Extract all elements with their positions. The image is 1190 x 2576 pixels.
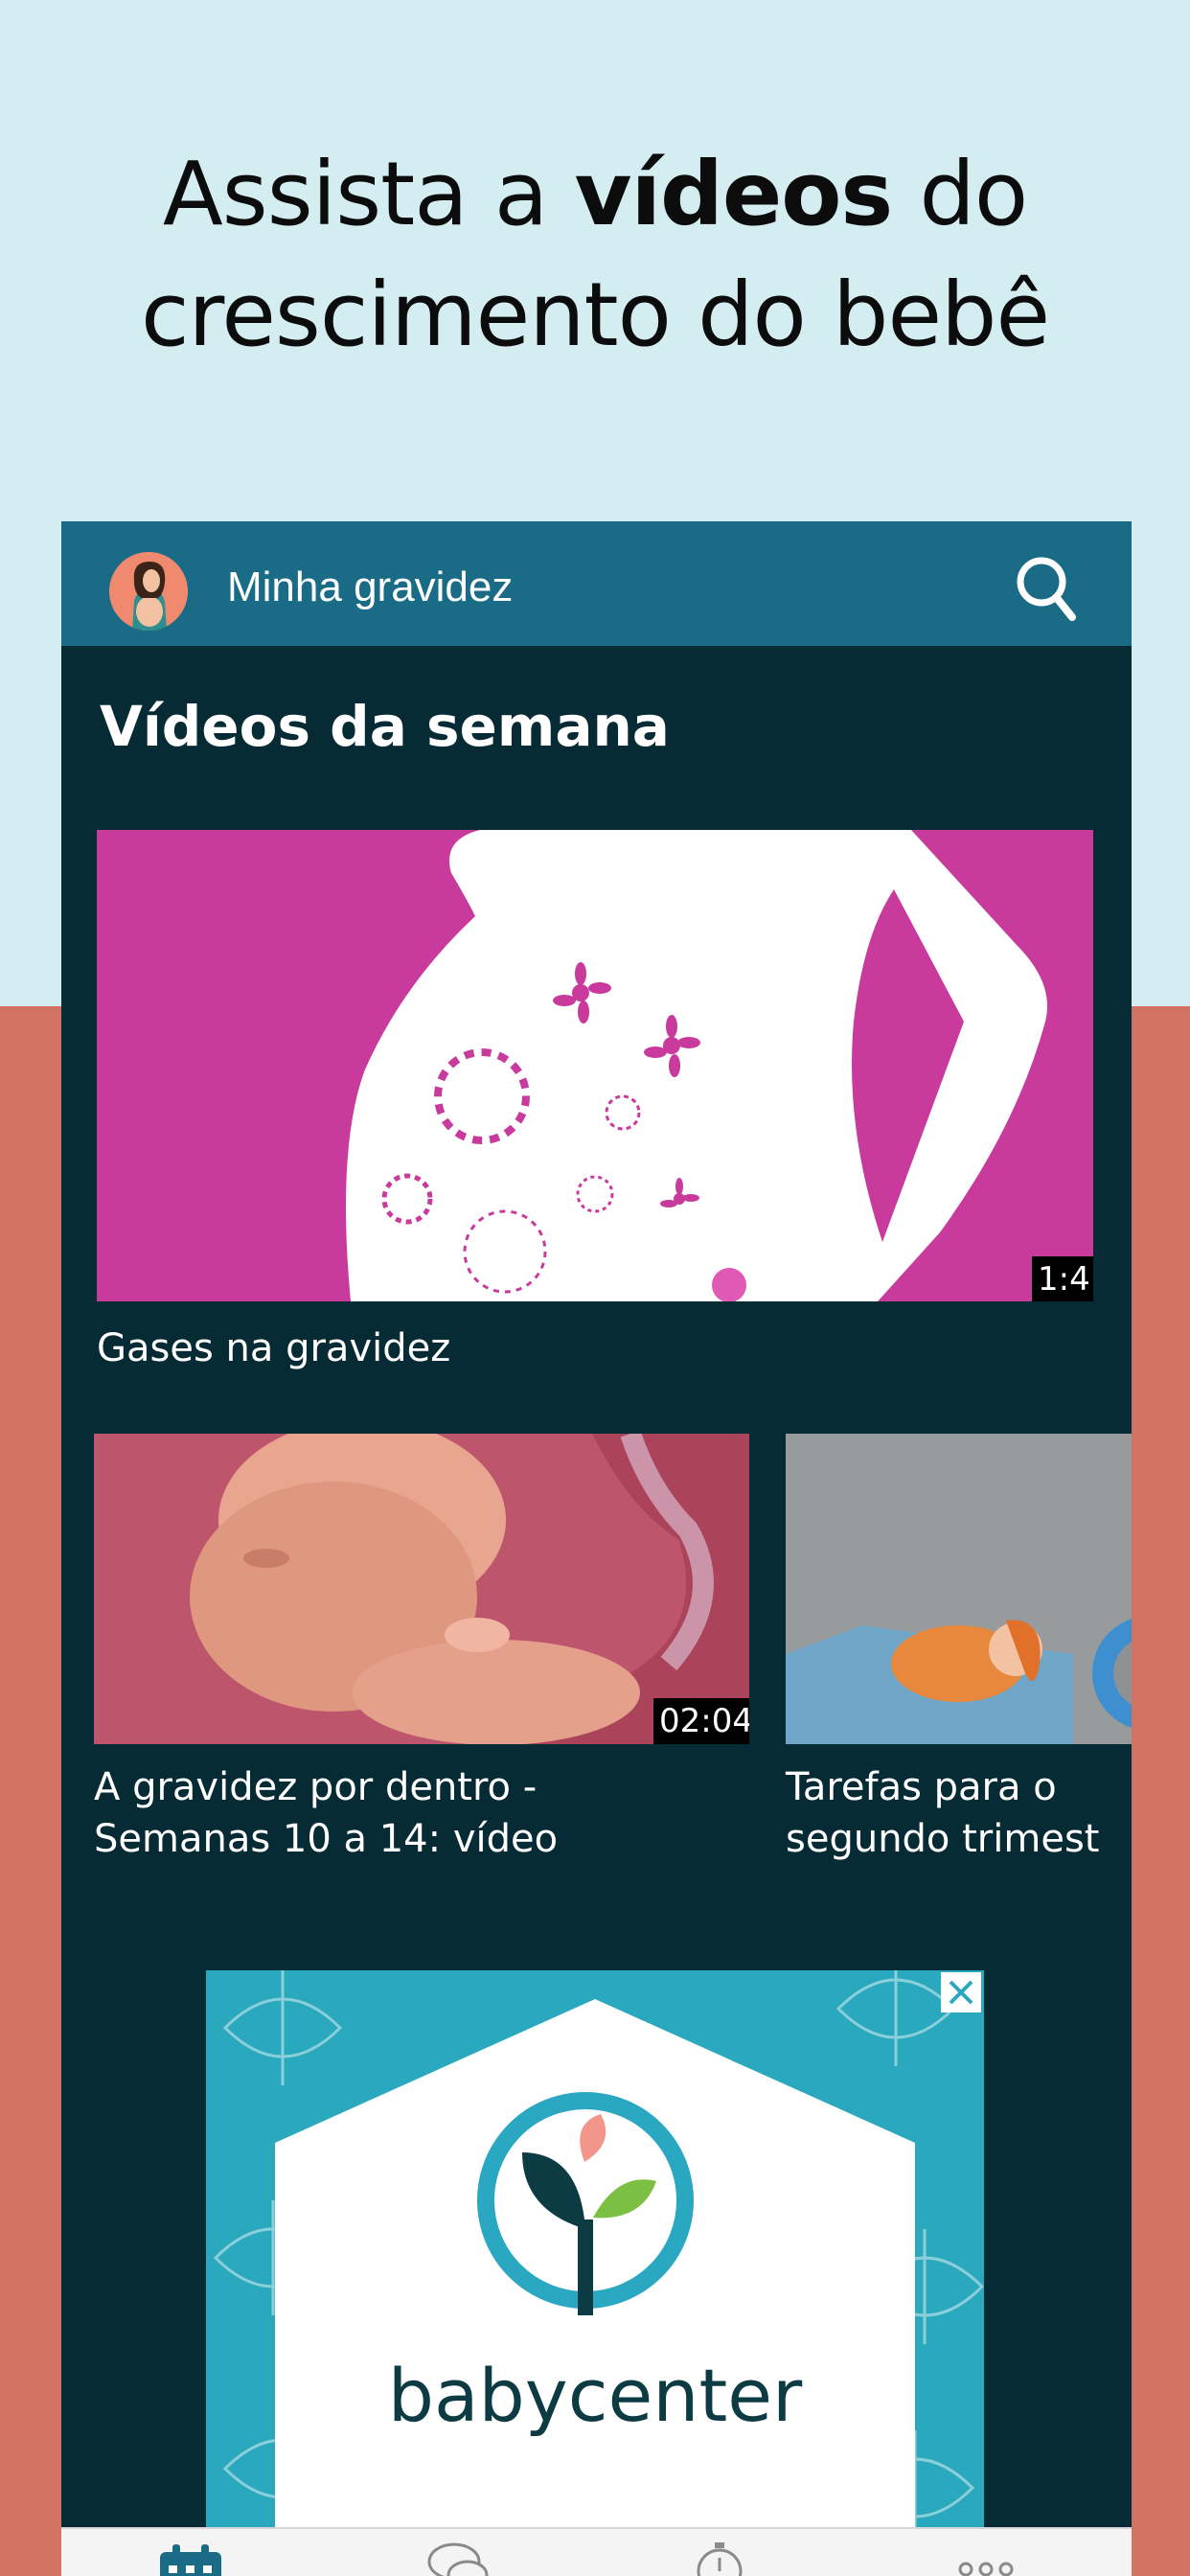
section-title: Vídeos da semana [100, 694, 670, 759]
search-icon [1017, 557, 1076, 621]
pregnant-woman-icon [109, 552, 188, 631]
featured-video-thumbnail[interactable]: 1:41 [97, 830, 1093, 1301]
video-title[interactable]: Tarefas para o segundo trimest [786, 1761, 1099, 1865]
ad-banner[interactable]: babycenter [206, 1970, 984, 2576]
promo-headline: Assista a vídeos do crescimento do bebê [0, 134, 1190, 376]
video-thumbnail[interactable]: 02:04 [94, 1434, 749, 1744]
tab-tools[interactable] [686, 2539, 753, 2576]
calendar-icon [160, 2544, 221, 2576]
tab-community[interactable] [423, 2539, 491, 2576]
headline-line-2: crescimento do bebê [140, 264, 1050, 366]
ad-close-button[interactable] [941, 1972, 981, 2012]
babycenter-logo: babycenter [206, 1970, 984, 2576]
headline-line-1: Assista a vídeos do [162, 143, 1028, 245]
ad-brand-text: babycenter [388, 2353, 803, 2438]
tab-calendar[interactable] [157, 2539, 224, 2576]
search-button[interactable] [1008, 550, 1085, 627]
video-thumbnail[interactable] [786, 1434, 1132, 1744]
video-duration: 1:41 [1032, 1256, 1093, 1301]
belly-illustration [97, 830, 1093, 1301]
app-bar: Minha gravidez [61, 521, 1132, 646]
video-title[interactable]: A gravidez por dentro - Semanas 10 a 14:… [94, 1761, 558, 1865]
video-duration: 02:04 [653, 1698, 749, 1744]
fetus-illustration [94, 1434, 749, 1744]
tab-bar [61, 2527, 1132, 2576]
chat-icon [427, 2542, 489, 2576]
more-icon [958, 2562, 1014, 2576]
timer-icon [697, 2542, 743, 2576]
close-icon [949, 1980, 973, 2005]
app-title: Minha gravidez [227, 564, 514, 610]
avatar[interactable] [109, 552, 188, 631]
featured-video-title[interactable]: Gases na gravidez [97, 1322, 450, 1374]
app-screen: Minha gravidez Vídeos da semana 1:4 Gase… [61, 521, 1132, 2576]
tab-more[interactable] [952, 2539, 1019, 2576]
woman-illustration [786, 1434, 1132, 1744]
